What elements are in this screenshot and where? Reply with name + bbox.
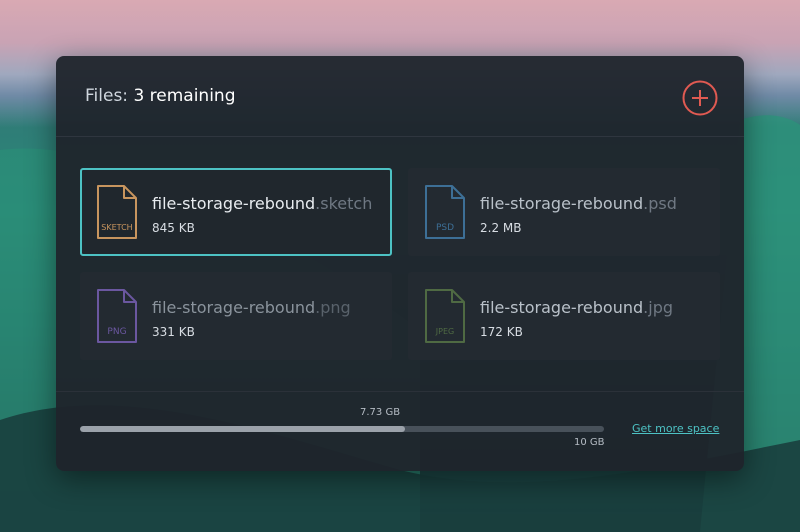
png-file-icon: PNG xyxy=(97,289,137,343)
file-size: 2.2 MB xyxy=(480,221,522,235)
sketch-file-icon: SKETCH xyxy=(97,185,137,239)
file-size: 331 KB xyxy=(152,325,195,339)
file-name: file-storage-rebound.sketch xyxy=(152,194,373,213)
psd-file-icon: PSD xyxy=(425,185,465,239)
icon-label: PSD xyxy=(436,223,454,233)
storage-progress-bar xyxy=(80,426,604,432)
jpeg-file-icon: JPEG xyxy=(425,289,465,343)
storage-total-label: 10 GB xyxy=(574,437,605,448)
panel-header: Files: 3 remaining xyxy=(56,56,744,137)
icon-label: JPEG xyxy=(435,327,454,336)
storage-footer: 7.73 GB 10 GB Get more space xyxy=(56,391,744,472)
get-more-space-link[interactable]: Get more space xyxy=(632,422,719,435)
file-size: 845 KB xyxy=(152,221,195,235)
panel-title: Files: 3 remaining xyxy=(85,86,236,106)
storage-progress-fill xyxy=(80,426,405,432)
title-prefix: Files: xyxy=(85,86,134,106)
file-card-sketch[interactable]: SKETCH file-storage-rebound.sketch 845 K… xyxy=(80,168,392,256)
icon-label: PNG xyxy=(107,327,126,337)
file-size: 172 KB xyxy=(480,325,523,339)
remaining-count: 3 remaining xyxy=(133,86,236,106)
add-file-button[interactable] xyxy=(682,80,718,116)
file-name: file-storage-rebound.png xyxy=(152,298,351,317)
storage-used-label: 7.73 GB xyxy=(360,407,401,418)
icon-label: SKETCH xyxy=(101,223,132,232)
file-card-jpg[interactable]: JPEG file-storage-rebound.jpg 172 KB xyxy=(408,272,720,360)
file-card-psd[interactable]: PSD file-storage-rebound.psd 2.2 MB xyxy=(408,168,720,256)
file-name: file-storage-rebound.jpg xyxy=(480,298,673,317)
file-upload-panel: Files: 3 remaining SKETCH file-storage-r… xyxy=(56,56,744,471)
file-card-png[interactable]: PNG file-storage-rebound.png 331 KB xyxy=(80,272,392,360)
file-name: file-storage-rebound.psd xyxy=(480,194,677,213)
